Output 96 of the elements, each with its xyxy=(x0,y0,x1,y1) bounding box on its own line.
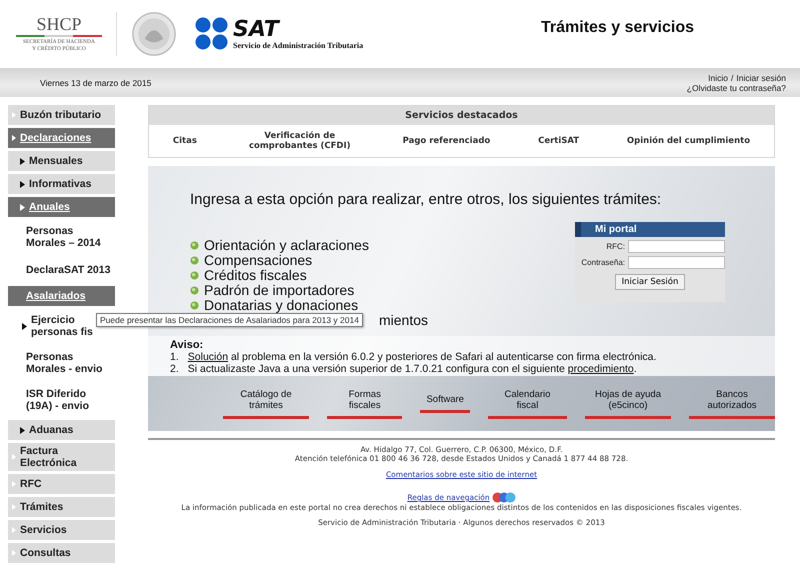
date-text: Viernes 13 de marzo de 2015 xyxy=(40,78,152,88)
sidebar-label: Buzón tributario xyxy=(20,109,102,121)
featured-title: Servicios destacados xyxy=(149,106,774,125)
sidebar-item[interactable]: Informativas xyxy=(8,174,115,194)
triangle-icon xyxy=(12,135,16,141)
sidebar-item[interactable]: Mensuales xyxy=(8,151,115,171)
bullet-text: Donatarias y donaciones xyxy=(204,298,358,313)
home-link[interactable]: Inicio xyxy=(708,72,728,82)
sidebar-label: Declaraciones xyxy=(20,132,92,144)
seal-icon xyxy=(131,11,177,57)
triangle-icon xyxy=(12,504,16,510)
bullet-icon xyxy=(190,271,199,280)
list-number: 1. xyxy=(170,351,179,363)
browser-icons xyxy=(492,492,516,503)
bullet-icon xyxy=(190,256,199,265)
sidebar-item[interactable]: Personas Morales - envio xyxy=(8,349,115,377)
bullet-icon xyxy=(190,241,199,250)
password-field[interactable] xyxy=(628,256,725,269)
forgot-password-link[interactable]: ¿Olvidaste tu contraseña? xyxy=(686,82,786,92)
notice-text: Solución al problema en la versión 6.0.2 y posteriores de Safari al autenticarse con firma electrónica. xyxy=(188,351,656,363)
sidebar-item[interactable]: Buzón tributario xyxy=(8,105,115,125)
sidebar-label: Trámites xyxy=(20,501,64,513)
triangle-icon xyxy=(20,204,25,210)
sidebar-label: ISR Diferido (19A) - envio xyxy=(26,388,90,412)
rfc-label: RFC: xyxy=(606,242,625,251)
sidebar-label: Asalariados xyxy=(26,290,86,302)
quick-link[interactable]: Formas fiscales xyxy=(327,388,402,418)
sidebar-label: DeclaraSAT 2013 xyxy=(26,264,110,276)
bullet-text: Créditos fiscales xyxy=(204,268,307,283)
bullet-icon xyxy=(190,301,199,310)
triangle-icon xyxy=(22,322,27,330)
login-link[interactable]: Iniciar sesión xyxy=(736,72,786,82)
shcp-name: SHCP xyxy=(36,15,82,33)
sidebar-label: Informativas xyxy=(29,178,92,190)
sidebar-label: Personas Morales - envio xyxy=(26,351,104,375)
featured-link[interactable]: Pago referenciado xyxy=(402,136,490,146)
separator-text: / xyxy=(731,72,734,82)
sidebar-item[interactable]: Trámites xyxy=(8,497,115,517)
sidebar-label: Personas Morales – 2014 xyxy=(26,225,102,249)
sidebar-label: Servicios xyxy=(20,524,67,536)
sidebar-label: Aduanas xyxy=(29,424,74,436)
sidebar-item[interactable]: Asalariados xyxy=(8,286,115,306)
sidebar-item[interactable]: Aduanas xyxy=(8,420,115,440)
sidebar-item[interactable]: RFC xyxy=(8,474,115,494)
login-title: Mi portal xyxy=(575,222,725,237)
quick-link[interactable]: Hojas de ayuda (e5cinco) xyxy=(585,388,671,418)
triangle-icon xyxy=(12,481,16,487)
triangle-icon xyxy=(20,180,25,188)
notice-title: Aviso: xyxy=(170,340,204,351)
bullet-icon xyxy=(190,286,199,295)
sat-subtitle: Servicio de Administración Tributaria xyxy=(233,40,364,50)
quick-link[interactable]: Software xyxy=(420,394,470,413)
sidebar-item[interactable]: Anuales xyxy=(8,197,115,217)
tooltip: Puede presentar las Declaraciones de Asalariados para 2013 y 2014 xyxy=(96,313,363,327)
triangle-icon xyxy=(20,426,25,434)
featured-link[interactable]: Verificación de comprobantes (CFDI) xyxy=(244,131,355,151)
intro-text: Ingresa a esta opción para realizar, entre otros, los siguientes trámites: xyxy=(190,191,662,208)
featured-link[interactable]: Opinión del cumplimiento xyxy=(626,136,750,146)
quick-link[interactable]: Calendario fiscal xyxy=(488,388,567,418)
sat-name: SAT xyxy=(233,18,282,40)
password-label: Contraseña: xyxy=(581,258,625,267)
quick-link[interactable]: Bancos autorizados xyxy=(689,388,775,418)
sidebar-label: Ejercicio personas fis xyxy=(31,314,93,338)
sidebar-label: Factura Electrónica xyxy=(20,445,78,469)
sidebar-label: RFC xyxy=(20,478,42,490)
sidebar-label: Consultas xyxy=(20,547,71,559)
page-title: Trámites y servicios xyxy=(541,19,694,37)
triangle-icon xyxy=(20,158,25,164)
quick-link[interactable]: Catálogo de trámites xyxy=(223,388,309,418)
sidebar-label: Mensuales xyxy=(29,155,83,167)
bullet-text: Orientación y aclaraciones xyxy=(204,238,369,253)
rfc-field[interactable] xyxy=(628,240,725,253)
triangle-icon xyxy=(12,550,16,556)
triangle-icon xyxy=(12,454,16,460)
bullet-text: mientos xyxy=(379,313,428,328)
sidebar-item[interactable]: ISR Diferido (19A) - envio xyxy=(8,386,115,414)
notice-link[interactable]: procedimiento xyxy=(568,363,634,375)
sidebar-item[interactable]: Ejercicio personas fis xyxy=(8,312,97,340)
notice-link[interactable]: Solución xyxy=(188,351,228,363)
sidebar-item[interactable]: Consultas xyxy=(8,543,115,563)
bullet-text: Padrón de importadores xyxy=(204,283,354,298)
dots-logo-icon xyxy=(195,17,229,51)
featured-link[interactable]: Citas xyxy=(172,136,197,146)
notice-text: Si actualizaste Java a una versión superior de 1.7.0.21 configura con el siguiente procedimiento. xyxy=(188,363,637,375)
triangle-icon xyxy=(12,527,16,533)
login-button[interactable]: Iniciar Sesión xyxy=(614,274,686,290)
sidebar-label: Anuales xyxy=(29,201,70,213)
sidebar-item[interactable]: DeclaraSAT 2013 xyxy=(8,260,115,280)
sidebar-item[interactable]: Declaraciones xyxy=(8,128,115,148)
featured-link[interactable]: CertiSAT xyxy=(538,136,580,146)
sidebar-item[interactable]: Servicios xyxy=(8,520,115,540)
sidebar-item[interactable]: Personas Morales – 2014 xyxy=(8,223,115,251)
sidebar-item[interactable]: Factura Electrónica xyxy=(8,443,115,471)
triangle-icon xyxy=(12,112,16,118)
bullet-text: Compensaciones xyxy=(204,253,312,268)
list-number: 2. xyxy=(170,363,179,375)
